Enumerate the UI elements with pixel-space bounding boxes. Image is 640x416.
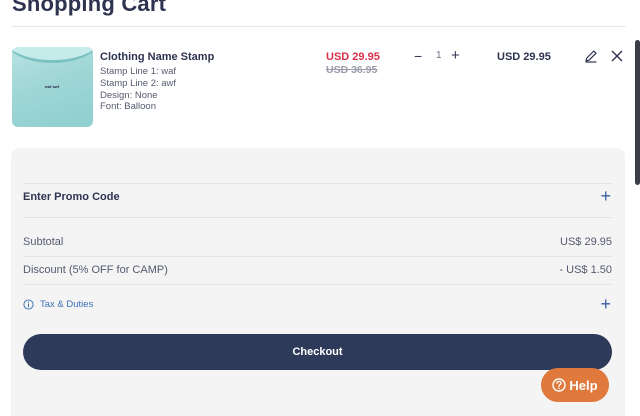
remove-item-button[interactable] [610,49,624,63]
stamp-line-2: Stamp Line 2: awf [100,78,177,89]
pencil-icon [585,50,597,63]
edit-item-button[interactable] [584,49,598,63]
original-price: USD 36.95 [326,64,378,76]
product-name: Clothing Name Stamp [100,51,215,63]
promo-code-label: Enter Promo Code [23,191,120,203]
product-thumbnail[interactable]: waf awf [12,47,93,127]
info-icon [23,299,34,310]
scrollbar-thumb[interactable] [635,40,640,185]
checkout-button[interactable]: Checkout [23,334,612,370]
minus-icon: − [414,48,423,64]
question-icon [552,378,567,392]
subtotal-label: Subtotal [23,236,64,248]
plus-icon: + [451,47,460,64]
subtotal-value: US$ 29.95 [560,236,612,248]
subtotal-divider [23,256,612,257]
tax-expand-button[interactable]: + [600,294,611,315]
promo-divider-bottom [23,217,612,218]
quantity-value[interactable]: 1 [436,50,442,61]
discount-value: - US$ 1.50 [559,264,612,276]
font-option: Font: Balloon [100,101,156,112]
page-title: Shopping Cart [12,0,167,16]
promo-divider-top [23,183,612,184]
tax-duties-label: Tax & Duties [40,299,94,310]
help-label: Help [569,377,598,393]
quantity-decrease-button[interactable]: − [414,48,422,64]
sale-price: USD 29.95 [326,51,380,63]
stamp-preview: waf awf [44,84,60,89]
discount-divider [23,284,612,285]
promo-code-toggle[interactable]: Enter Promo Code [23,191,612,203]
close-icon [611,50,623,62]
tax-duties-toggle[interactable]: Tax & Duties [23,299,612,310]
promo-expand-button[interactable]: + [600,186,611,207]
stamp-line-1: Stamp Line 1: waf [100,66,177,77]
design-option: Design: None [100,90,158,101]
shirt-collar [12,47,93,63]
quantity-increase-button[interactable]: + [451,47,460,64]
line-total: USD 29.95 [497,51,551,63]
title-divider [12,26,626,27]
discount-label: Discount (5% OFF for CAMP) [23,264,168,276]
order-summary: Enter Promo Code + Subtotal US$ 29.95 Di… [11,148,625,416]
help-button[interactable]: Help [541,368,609,402]
cart-item: waf awf Clothing Name Stamp Stamp Line 1… [12,44,626,134]
